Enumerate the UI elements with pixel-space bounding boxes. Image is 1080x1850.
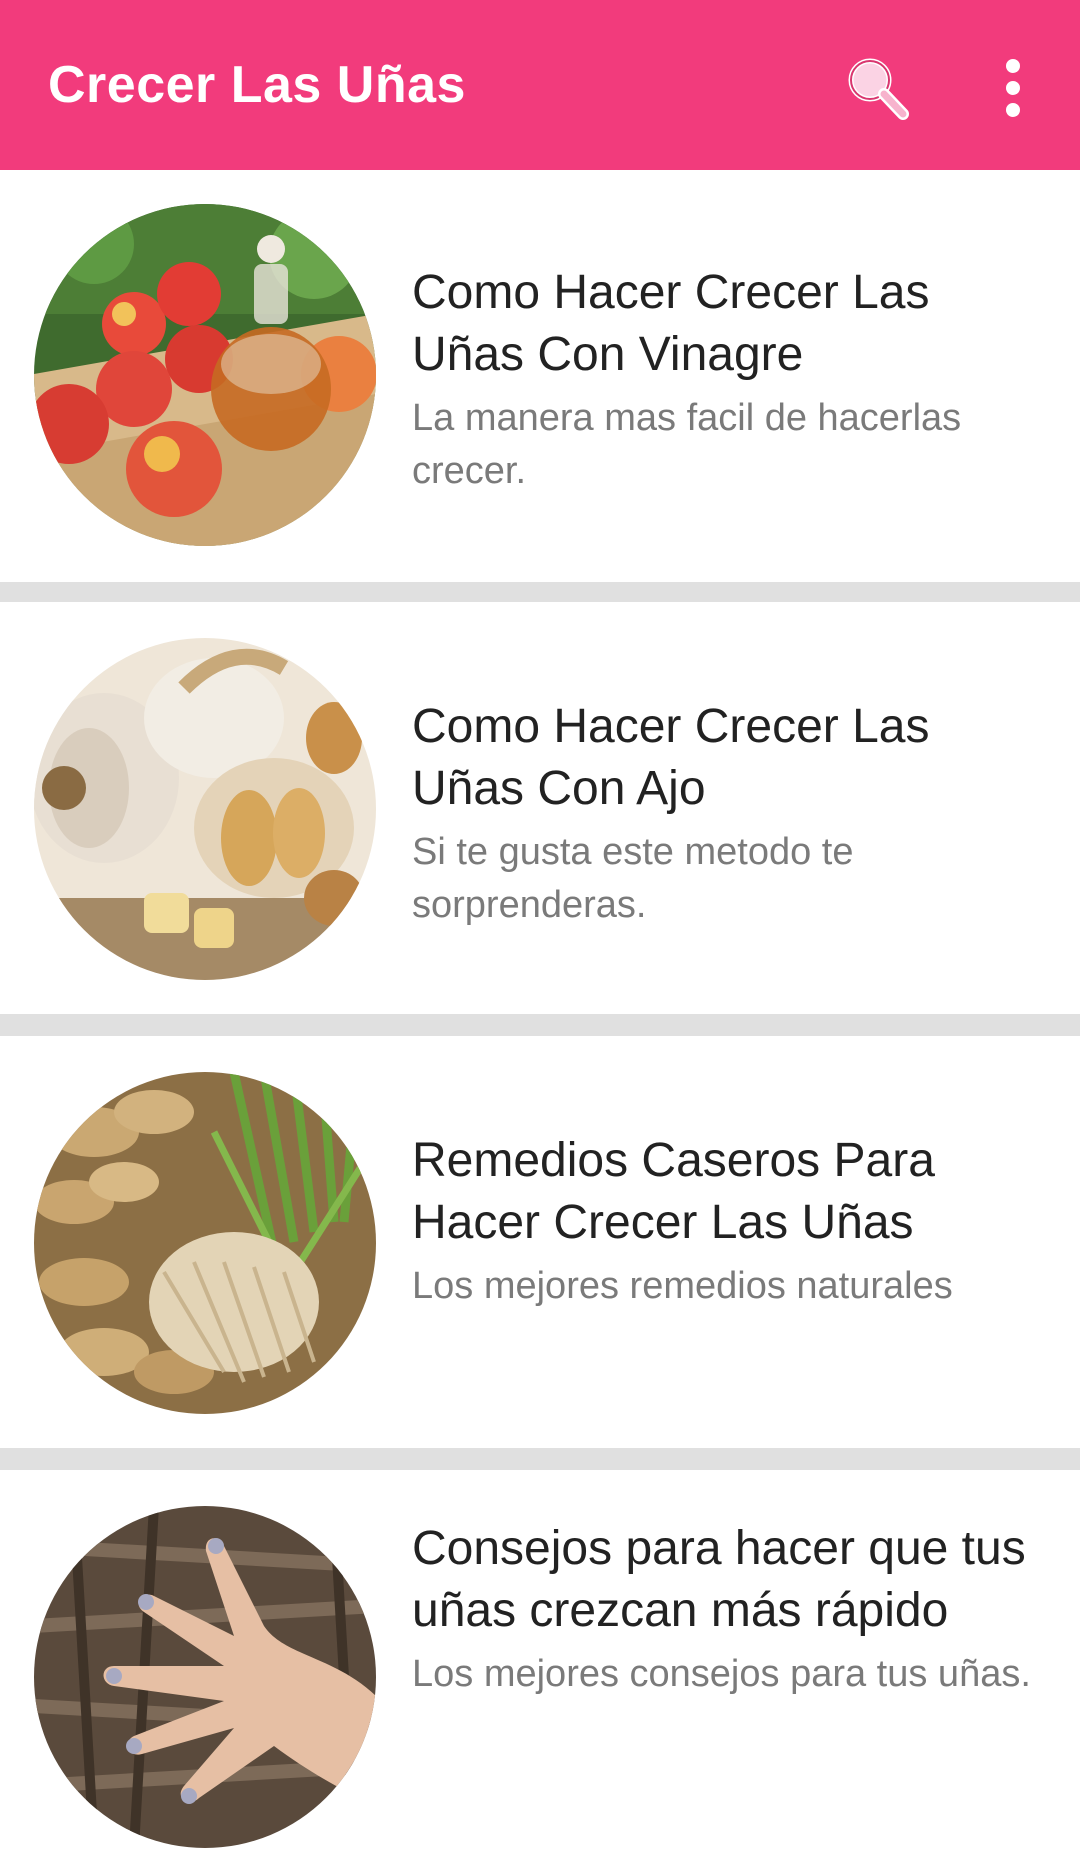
search-icon [848, 58, 909, 120]
item-title: Remedios Caseros Para Hacer Crecer Las U… [412, 1134, 935, 1249]
item-text: Como Hacer Crecer Las Uñas Con Vinagre L… [412, 262, 1052, 498]
list-item[interactable]: Como Hacer Crecer Las Uñas Con Vinagre L… [0, 170, 1080, 582]
item-title: Como Hacer Crecer Las Uñas Con Vinagre [412, 266, 930, 381]
hand-tree-image [34, 1506, 376, 1848]
item-text: Remedios Caseros Para Hacer Crecer Las U… [412, 1130, 1052, 1313]
item-title: Como Hacer Crecer Las Uñas Con Ajo [412, 700, 930, 815]
item-subtitle: Los mejores remedios naturales [412, 1265, 953, 1307]
overflow-menu-button[interactable] [990, 50, 1036, 126]
item-subtitle: Los mejores consejos para tus uñas. [412, 1653, 1031, 1695]
garlic-image [34, 638, 376, 980]
item-text: Como Hacer Crecer Las Uñas Con Ajo Si te… [412, 696, 1052, 932]
item-text: Consejos para hacer que tus uñas crezcan… [412, 1518, 1052, 1701]
ginger-image [34, 1072, 376, 1414]
item-subtitle: La manera mas facil de hacerlas crecer. [412, 397, 962, 492]
list-item[interactable]: Remedios Caseros Para Hacer Crecer Las U… [0, 1036, 1080, 1448]
list-item[interactable]: Consejos para hacer que tus uñas crezcan… [0, 1470, 1080, 1850]
list-item[interactable]: Como Hacer Crecer Las Uñas Con Ajo Si te… [0, 602, 1080, 1014]
app-title: Crecer Las Uñas [48, 56, 466, 114]
app-bar: Crecer Las Uñas [0, 0, 1080, 170]
overflow-menu-icon [1006, 59, 1020, 117]
apples-vinegar-image [34, 204, 376, 546]
item-title: Consejos para hacer que tus uñas crezcan… [412, 1522, 1026, 1637]
search-button[interactable] [836, 48, 916, 128]
item-subtitle: Si te gusta este metodo te sorprenderas. [412, 831, 854, 926]
